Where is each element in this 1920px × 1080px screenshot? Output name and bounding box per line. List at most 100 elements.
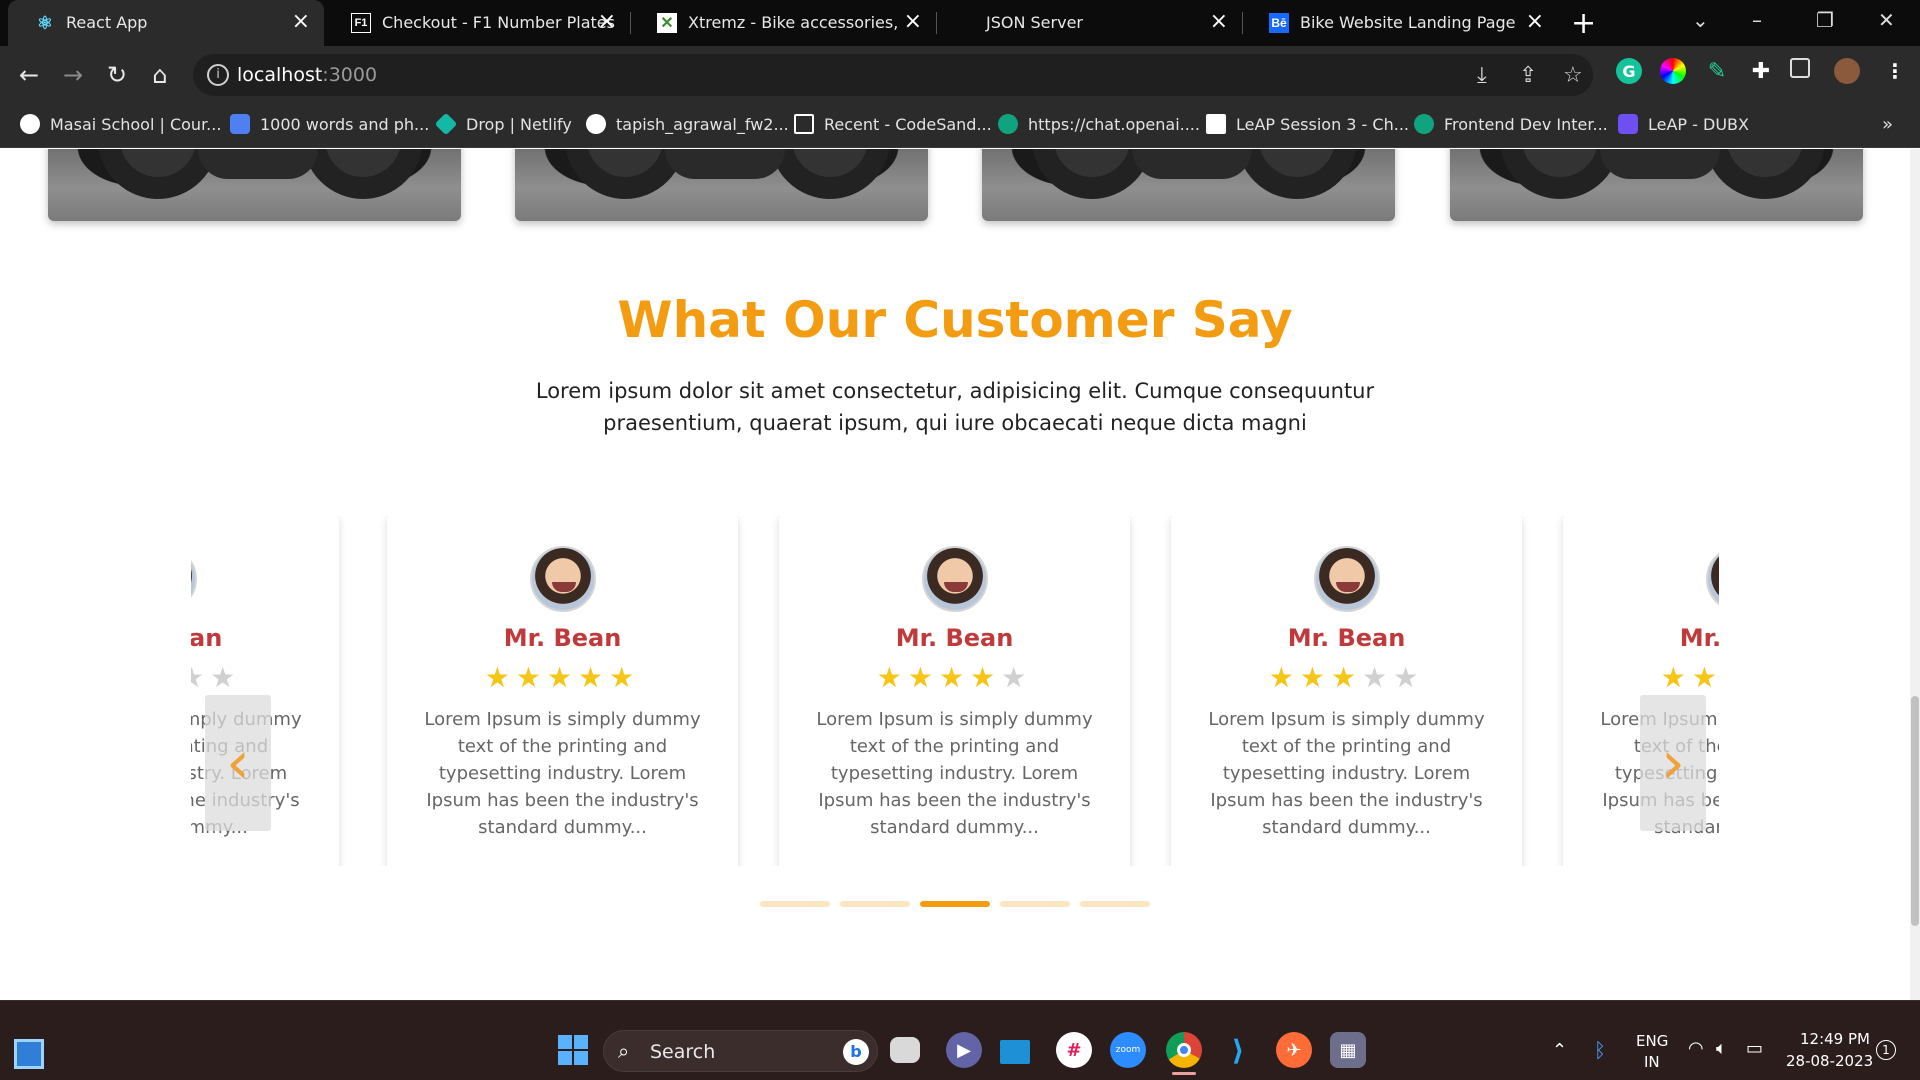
- bookmark-label: tapish_agrawal_fw2...: [616, 114, 789, 134]
- xtremz-icon: ✕: [657, 13, 677, 33]
- reload-icon[interactable]: ↻: [102, 60, 132, 90]
- tab-checkout[interactable]: F1 Checkout - F1 Number Plates ×: [324, 0, 630, 46]
- testimonial-card[interactable]: Mr. Bean ★★★★★ Lorem Ipsum is simply dum…: [387, 516, 738, 866]
- widgets-icon[interactable]: [14, 1039, 44, 1069]
- testimonial-carousel[interactable]: Mr. Bean ★★★★★ Lorem Ipsum is simply dum…: [191, 516, 1719, 866]
- tab-json-server[interactable]: JSON Server ×: [936, 0, 1242, 46]
- bookmark-codesandbox[interactable]: Recent - CodeSand...: [794, 114, 992, 134]
- tab-xtremz[interactable]: ✕ Xtremz - Bike accessories, Car a ×: [630, 0, 936, 46]
- tab-bike-landing[interactable]: Bē Bike Website Landing Page Ui ×: [1242, 0, 1558, 46]
- testimonial-card[interactable]: Mr. Bean ★★★★★ Lorem Ipsum is simply dum…: [779, 516, 1130, 866]
- minimize-icon[interactable]: –: [1752, 8, 1762, 32]
- star-filled-icon: ★: [876, 661, 908, 694]
- bookmark-github[interactable]: tapish_agrawal_fw2...: [586, 114, 789, 134]
- bookmark-netlify[interactable]: Drop | Netlify: [434, 112, 572, 136]
- bike-image-card[interactable]: [982, 149, 1395, 221]
- bookmark-label: LeAP Session 3 - Ch...: [1236, 114, 1409, 134]
- bookmark-frontend-dev[interactable]: Frontend Dev Inter...: [1414, 114, 1608, 134]
- grammarly-icon[interactable]: G: [1616, 58, 1642, 84]
- star-filled-icon: ★: [1268, 661, 1300, 694]
- star-filled-icon: ★: [970, 661, 1002, 694]
- bookmark-leap-dubx[interactable]: LeAP - DUBX: [1618, 114, 1749, 134]
- share-icon[interactable]: ⇪: [1519, 63, 1537, 88]
- bookmark-chatgpt[interactable]: https://chat.openai....: [998, 114, 1200, 134]
- star-empty-icon: ★: [1393, 661, 1425, 694]
- close-tab-icon[interactable]: ×: [1526, 9, 1544, 34]
- carousel-dot[interactable]: [1080, 901, 1150, 907]
- clock-time[interactable]: 12:49 PM: [1800, 1030, 1870, 1048]
- carousel-prev-button[interactable]: ‹: [205, 695, 271, 831]
- bike-image-card[interactable]: [48, 149, 461, 221]
- close-tab-icon[interactable]: ×: [1210, 9, 1228, 34]
- color-picker-icon[interactable]: [1660, 58, 1686, 84]
- avatar: [1706, 546, 1719, 612]
- address-bar[interactable]: i localhost:3000 ⤓ ⇪ ☆: [193, 54, 1593, 96]
- battery-icon[interactable]: ▭: [1746, 1038, 1763, 1059]
- bookmark-leap-session[interactable]: LeAP Session 3 - Ch...: [1206, 114, 1409, 134]
- taskbar-search[interactable]: ⌕ Search b: [603, 1030, 878, 1072]
- forward-icon[interactable]: →: [58, 60, 88, 90]
- windows-start-icon[interactable]: [555, 1032, 591, 1068]
- carousel-dot[interactable]: [1000, 901, 1070, 907]
- region-label[interactable]: IN: [1644, 1053, 1660, 1071]
- language-label[interactable]: ENG: [1636, 1032, 1668, 1050]
- carousel-dot[interactable]: [760, 901, 830, 907]
- close-window-icon[interactable]: ✕: [1878, 8, 1895, 32]
- address-url[interactable]: localhost:3000: [237, 64, 377, 86]
- review-text: Lorem Ipsum is simply dummy text of the …: [424, 709, 701, 838]
- tray-overflow-icon[interactable]: ⌃: [1552, 1040, 1567, 1061]
- tab-label: React App: [66, 13, 148, 32]
- tab-search-icon[interactable]: ⌄: [1692, 8, 1709, 32]
- testimonial-card[interactable]: Mr. Bean ★★★★★ Lorem Ipsum is simply dum…: [1171, 516, 1522, 866]
- carousel-dot[interactable]: [840, 901, 910, 907]
- close-tab-icon[interactable]: ×: [598, 9, 616, 34]
- codesandbox-icon: [794, 114, 814, 134]
- profile-avatar[interactable]: [1834, 58, 1860, 84]
- file-explorer-icon[interactable]: [890, 1037, 920, 1063]
- bookmark-docs[interactable]: 1000 words and ph...: [230, 114, 429, 134]
- desktop-icon[interactable]: [1000, 1040, 1030, 1064]
- volume-icon[interactable]: 🔈︎: [1716, 1038, 1727, 1059]
- tab-label: Xtremz - Bike accessories, Car a: [688, 13, 898, 32]
- carousel-next-button[interactable]: ›: [1640, 695, 1706, 831]
- new-tab-button[interactable]: +: [1571, 6, 1596, 41]
- vscode-icon[interactable]: ⟩: [1220, 1032, 1256, 1068]
- chrome-icon[interactable]: [1166, 1032, 1202, 1068]
- install-app-icon[interactable]: ⤓: [1477, 63, 1487, 88]
- bing-icon: b: [843, 1039, 869, 1065]
- scrollbar-thumb[interactable]: [1911, 696, 1919, 926]
- calculator-icon[interactable]: ▦: [1330, 1032, 1366, 1068]
- star-empty-icon: ★: [1362, 661, 1394, 694]
- notion-icon: [1206, 114, 1226, 134]
- menu-kebab-icon[interactable]: ⋮: [1882, 58, 1908, 84]
- more-bookmarks-button[interactable]: »: [1882, 114, 1893, 135]
- restore-icon[interactable]: ❐: [1816, 8, 1834, 32]
- reviewer-name: Mr. Bean: [191, 624, 223, 652]
- bike-image-card[interactable]: [1450, 149, 1863, 221]
- teams-icon[interactable]: ▶: [946, 1032, 982, 1068]
- extension-green-icon[interactable]: ✎: [1704, 58, 1730, 84]
- side-panel-icon[interactable]: [1790, 58, 1810, 78]
- star-filled-icon: ★: [1330, 661, 1363, 694]
- back-icon[interactable]: ←: [14, 60, 44, 90]
- clock-date[interactable]: 28-08-2023: [1786, 1052, 1873, 1070]
- bike-image-card[interactable]: [515, 149, 928, 221]
- tab-react-app[interactable]: ⚛ React App ×: [8, 0, 324, 46]
- notification-badge[interactable]: 1: [1876, 1040, 1896, 1060]
- zoom-icon[interactable]: zoom: [1110, 1032, 1146, 1068]
- bookmark-masai[interactable]: Masai School | Cour...: [20, 114, 221, 134]
- extensions-puzzle-icon[interactable]: ✚: [1748, 58, 1774, 84]
- tab-label: JSON Server: [986, 13, 1083, 32]
- wifi-icon[interactable]: ◠: [1688, 1038, 1704, 1059]
- site-info-icon[interactable]: i: [207, 64, 229, 86]
- close-tab-icon[interactable]: ×: [904, 9, 922, 34]
- bookmark-star-icon[interactable]: ☆: [1563, 63, 1583, 88]
- openai-icon: [998, 114, 1018, 134]
- star-filled-icon: ★: [578, 661, 610, 694]
- postman-icon[interactable]: ✈: [1276, 1032, 1312, 1068]
- bluetooth-icon[interactable]: ᛒ: [1594, 1038, 1606, 1062]
- slack-icon[interactable]: #: [1056, 1032, 1092, 1068]
- carousel-dot[interactable]: [920, 901, 990, 907]
- close-tab-icon[interactable]: ×: [292, 9, 310, 34]
- home-icon[interactable]: ⌂: [145, 60, 175, 90]
